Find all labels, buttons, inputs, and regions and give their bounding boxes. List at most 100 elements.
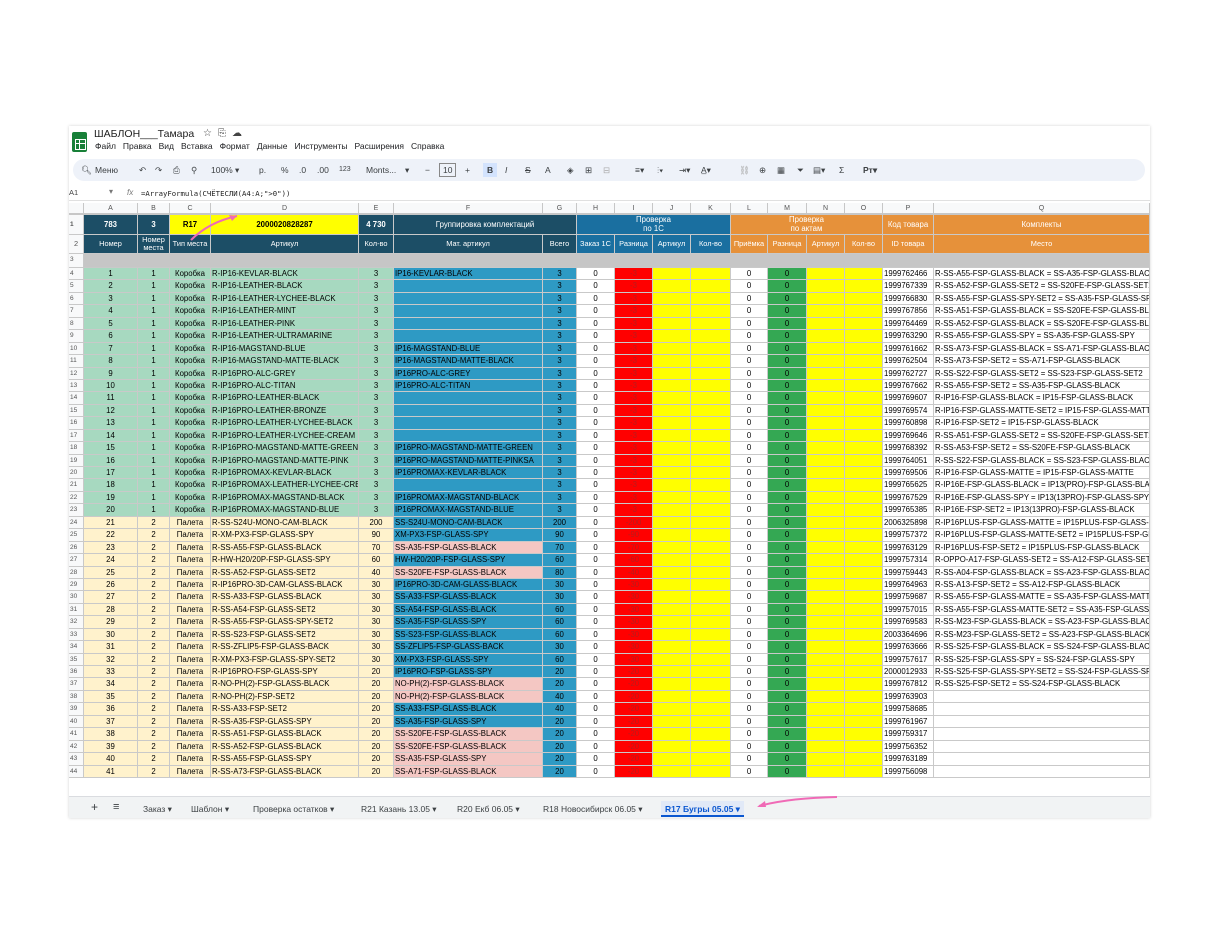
place-type-cell[interactable]: Палета xyxy=(170,666,211,679)
place-type-cell[interactable]: Коробка xyxy=(170,504,211,517)
mat-article-cell[interactable]: XM-PX3-FSP-GLASS-SPY xyxy=(394,529,543,542)
column-title[interactable]: Разница xyxy=(615,235,653,254)
place-type-cell[interactable]: Палета xyxy=(170,678,211,691)
row-number[interactable]: 27 xyxy=(69,554,84,567)
order-1c-cell[interactable]: 0 xyxy=(577,342,615,356)
receipt-cell[interactable]: 0 xyxy=(731,467,768,480)
mat-article-cell[interactable] xyxy=(394,330,543,343)
valign-icon[interactable]: ⫶▾ xyxy=(657,163,663,177)
comment-cell[interactable]: R-IP16-FSP-GLASS-BLACK = IP15-FSP-GLASS-… xyxy=(934,392,1150,405)
check-qty-cell[interactable] xyxy=(691,591,731,604)
diff-1c-cell[interactable]: -30 xyxy=(615,628,653,642)
diff-acts-cell[interactable]: 0 xyxy=(768,715,807,729)
article-cell[interactable]: R-IP16-KEVLAR-BLACK xyxy=(211,268,359,281)
number-cell[interactable]: 29 xyxy=(84,616,138,629)
diff-1c-cell[interactable]: -3 xyxy=(615,454,653,467)
diff-acts-cell[interactable]: 0 xyxy=(768,367,807,380)
qty-cell[interactable]: 3 xyxy=(359,355,394,368)
column-header[interactable]: K xyxy=(691,203,731,214)
check-qty-cell[interactable] xyxy=(691,392,731,405)
place-cell[interactable]: 1 xyxy=(138,355,170,368)
acts-qty-cell[interactable] xyxy=(845,578,883,592)
diff-acts-cell[interactable]: 0 xyxy=(768,653,807,666)
place-type-cell[interactable]: Палета xyxy=(170,516,211,530)
place-cell[interactable]: 2 xyxy=(138,703,170,716)
acts-article-cell[interactable] xyxy=(807,740,845,754)
column-header[interactable]: B xyxy=(138,203,170,214)
menu-5[interactable]: Данные xyxy=(257,141,288,151)
check-qty-cell[interactable] xyxy=(691,442,731,455)
comment-icon[interactable]: ⊕ xyxy=(759,163,766,177)
product-id-cell[interactable]: 1999769574 xyxy=(883,404,934,418)
check-article-cell[interactable] xyxy=(653,554,691,567)
mat-article-cell[interactable]: SS-S23-FSP-GLASS-BLACK xyxy=(394,628,543,642)
place-type-cell[interactable]: Палета xyxy=(170,653,211,666)
number-cell[interactable]: 35 xyxy=(84,690,138,704)
place-type-cell[interactable]: Палета xyxy=(170,641,211,654)
diff-acts-cell[interactable]: 0 xyxy=(768,591,807,604)
corner-cell[interactable] xyxy=(69,203,84,214)
order-1c-cell[interactable]: 0 xyxy=(577,392,615,405)
product-id-cell[interactable]: 1999769646 xyxy=(883,429,934,443)
check-article-cell[interactable] xyxy=(653,628,691,642)
sheets-logo-icon[interactable] xyxy=(72,132,87,152)
qty-cell[interactable]: 200 xyxy=(359,516,394,530)
receipt-cell[interactable]: 0 xyxy=(731,653,768,666)
diff-acts-cell[interactable]: 0 xyxy=(768,678,807,691)
receipt-cell[interactable]: 0 xyxy=(731,678,768,691)
order-1c-cell[interactable]: 0 xyxy=(577,541,615,555)
check-article-cell[interactable] xyxy=(653,292,691,306)
add-sheet-icon[interactable]: + xyxy=(87,799,102,815)
receipt-cell[interactable]: 0 xyxy=(731,454,768,467)
qty-cell[interactable]: 3 xyxy=(359,292,394,306)
article-cell[interactable]: R-IP16PROMAX-LEATHER-LYCHEE-CREAM xyxy=(211,479,359,492)
acts-article-cell[interactable] xyxy=(807,467,845,480)
diff-1c-cell[interactable]: -3 xyxy=(615,355,653,368)
article-cell[interactable]: R-NO-PH(2)-FSP-SET2 xyxy=(211,690,359,704)
comment-cell[interactable]: R-SS-S25-FSP-SET2 = SS-S24-FSP-GLASS-BLA… xyxy=(934,678,1150,691)
comment-cell[interactable]: R-IP16E-FSP-GLASS-SPY = IP13(13PRO)-FSP-… xyxy=(934,491,1150,505)
chevron-down-icon[interactable]: ▾ xyxy=(109,187,113,196)
acts-qty-cell[interactable] xyxy=(845,392,883,405)
place-cell[interactable]: 2 xyxy=(138,591,170,604)
place-cell[interactable]: 2 xyxy=(138,765,170,778)
order-1c-cell[interactable]: 0 xyxy=(577,504,615,517)
check-qty-cell[interactable] xyxy=(691,616,731,629)
total-cell[interactable]: 70 xyxy=(543,541,577,555)
total-cell[interactable]: 40 xyxy=(543,703,577,716)
search-icon[interactable]: 🔍︎ xyxy=(81,163,92,177)
order-1c-cell[interactable]: 0 xyxy=(577,578,615,592)
product-id-cell[interactable]: 1999765625 xyxy=(883,479,934,492)
menu-6[interactable]: Инструменты xyxy=(295,141,348,151)
article-cell[interactable]: R-SS-A52-FSP-GLASS-SET2 xyxy=(211,566,359,579)
check-qty-cell[interactable] xyxy=(691,666,731,679)
check-qty-cell[interactable] xyxy=(691,342,731,356)
increase-decimal-button[interactable]: .00 xyxy=(317,163,329,177)
mat-article-cell[interactable] xyxy=(394,292,543,306)
diff-1c-cell[interactable]: -3 xyxy=(615,305,653,318)
comment-cell[interactable]: R-SS-A53-FSP-SET2 = SS-S20FE-FSP-GLASS-B… xyxy=(934,442,1150,455)
column-title[interactable]: Место xyxy=(934,235,1150,254)
chevron-down-icon[interactable]: ▾ xyxy=(235,163,239,177)
check-qty-cell[interactable] xyxy=(691,355,731,368)
sheet-tab-0[interactable]: Заказ ▾ xyxy=(139,801,176,817)
sheet-tab-3[interactable]: R21 Казань 13.05 ▾ xyxy=(357,801,441,817)
place-type-cell[interactable]: Коробка xyxy=(170,429,211,443)
order-1c-cell[interactable]: 0 xyxy=(577,292,615,306)
column-title[interactable]: Тип места xyxy=(170,235,211,254)
comment-cell[interactable]: R-SS-A55-FSP-GLASS-MATTE = SS-A35-FSP-GL… xyxy=(934,591,1150,604)
total-cell[interactable]: 3 xyxy=(543,355,577,368)
comment-cell[interactable]: R-SS-A55-FSP-GLASS-MATTE-SET2 = SS-A35-F… xyxy=(934,603,1150,617)
diff-acts-cell[interactable]: 0 xyxy=(768,529,807,542)
paint-format-icon[interactable]: ⚲ xyxy=(191,163,197,177)
product-id-cell[interactable]: 1999764963 xyxy=(883,578,934,592)
mat-article-cell[interactable]: SS-S24U-MONO-CAM-BLACK xyxy=(394,516,543,530)
check-article-cell[interactable] xyxy=(653,367,691,380)
check-qty-cell[interactable] xyxy=(691,578,731,592)
diff-1c-cell[interactable]: -3 xyxy=(615,429,653,443)
mat-article-cell[interactable]: IP16-KEVLAR-BLACK xyxy=(394,268,543,281)
check-qty-cell[interactable] xyxy=(691,715,731,729)
total-cell[interactable]: 30 xyxy=(543,591,577,604)
place-cell[interactable]: 1 xyxy=(138,317,170,331)
qty-cell[interactable]: 20 xyxy=(359,678,394,691)
